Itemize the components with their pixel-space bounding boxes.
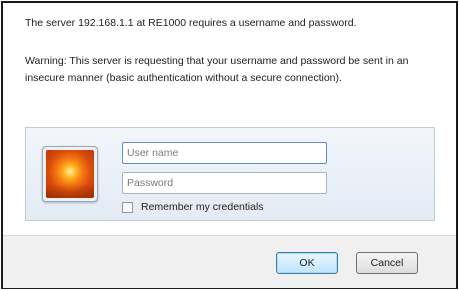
windows-security-dialog: The server 192.168.1.1 at RE1000 require… bbox=[1, 1, 458, 289]
cancel-button[interactable]: Cancel bbox=[356, 252, 418, 274]
username-input[interactable] bbox=[122, 142, 327, 164]
security-warning: Warning: This server is requesting that … bbox=[25, 55, 409, 84]
avatar-flower-image bbox=[46, 150, 94, 198]
remember-credentials-row[interactable]: Remember my credentials bbox=[122, 201, 264, 213]
user-avatar-icon bbox=[42, 146, 98, 202]
remember-checkbox[interactable] bbox=[122, 201, 133, 213]
remember-label: Remember my credentials bbox=[141, 201, 264, 213]
server-message: The server 192.168.1.1 at RE1000 require… bbox=[25, 17, 357, 29]
credential-tile: Remember my credentials bbox=[25, 127, 435, 221]
button-bar: OK Cancel bbox=[3, 235, 456, 288]
password-input[interactable] bbox=[122, 172, 327, 194]
ok-button[interactable]: OK bbox=[276, 252, 338, 274]
